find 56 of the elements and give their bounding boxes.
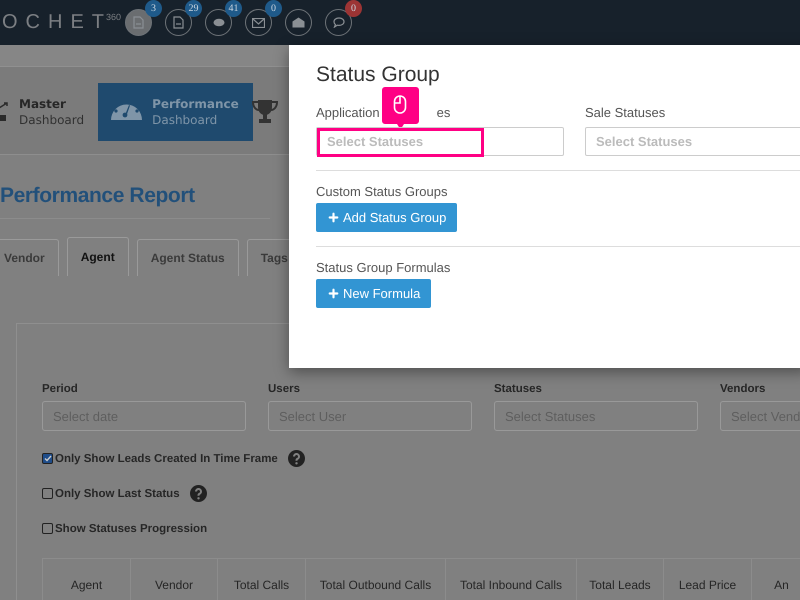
count-badge: 0 — [265, 0, 282, 17]
help-icon[interactable] — [288, 450, 305, 467]
count-badge: 0 — [345, 0, 362, 17]
plus-icon — [327, 211, 340, 224]
column-header: Total Leads — [577, 558, 664, 600]
field-label: Vendors — [720, 383, 766, 395]
field-label: Statuses — [494, 383, 543, 395]
column-header: Lead Price — [664, 558, 752, 600]
column-header: Vendor — [131, 558, 218, 600]
tile-subtitle: Dashboard — [19, 112, 84, 128]
arrows-icon — [0, 100, 10, 124]
field-label: Period — [42, 383, 79, 395]
add-button[interactable]: Add Status Group — [316, 203, 458, 232]
tab[interactable]: Vendor — [0, 239, 59, 276]
tab[interactable]: Agent Status — [136, 239, 239, 276]
click-marker-icon — [382, 87, 419, 130]
select-field[interactable]: Select Statuses — [316, 127, 564, 156]
notification-button[interactable] — [285, 9, 312, 36]
checkbox[interactable] — [42, 523, 53, 534]
add-button[interactable]: New Formula — [316, 279, 432, 308]
column-header: Total Inbound Calls — [446, 558, 577, 600]
column-header: Total Calls — [218, 558, 306, 600]
field-label: Users — [268, 383, 301, 395]
gauge-icon — [110, 104, 144, 120]
plus-icon — [327, 287, 340, 300]
checkbox-label: Show Statuses Progression — [55, 522, 208, 534]
checkbox[interactable] — [42, 488, 53, 499]
dashboard-tile[interactable]: Master Dashboard — [0, 82, 98, 140]
speech-bubble-icon — [332, 17, 344, 28]
dialog-title: Status Group — [316, 63, 441, 87]
chat-icon — [212, 18, 224, 28]
checkbox-label: Only Show Last Status — [55, 488, 180, 500]
tab[interactable]: Agent — [66, 237, 129, 276]
notification-button[interactable] — [125, 9, 152, 36]
checkbox[interactable] — [42, 453, 53, 464]
page-title: Performance Report — [0, 184, 195, 207]
select-field[interactable]: Select Statuses — [585, 127, 800, 156]
count-badge: 41 — [225, 0, 242, 17]
help-icon[interactable] — [190, 485, 207, 502]
tile-title: Master — [19, 96, 67, 112]
column-header: An — [752, 558, 800, 600]
field-label: Sale Statuses — [585, 105, 666, 122]
section-heading: Custom Status Groups — [316, 184, 448, 199]
dashboard-tile[interactable]: Performance Dashboard — [98, 82, 253, 140]
section-heading: Status Group Formulas — [316, 260, 452, 275]
column-header: Agent — [43, 558, 131, 600]
checkbox-label: Only Show Leads Created In Time Frame — [55, 452, 278, 464]
document-icon — [133, 16, 144, 29]
document-icon — [173, 16, 184, 29]
field-label: Application — [316, 105, 380, 122]
column-header: Total Outbound Calls — [306, 558, 446, 600]
count-badge: 29 — [185, 0, 202, 17]
field-label: es — [436, 105, 450, 122]
tile-subtitle: Dashboard — [152, 112, 218, 128]
count-badge: 3 — [145, 0, 162, 17]
tile-title: Performance — [152, 96, 239, 112]
